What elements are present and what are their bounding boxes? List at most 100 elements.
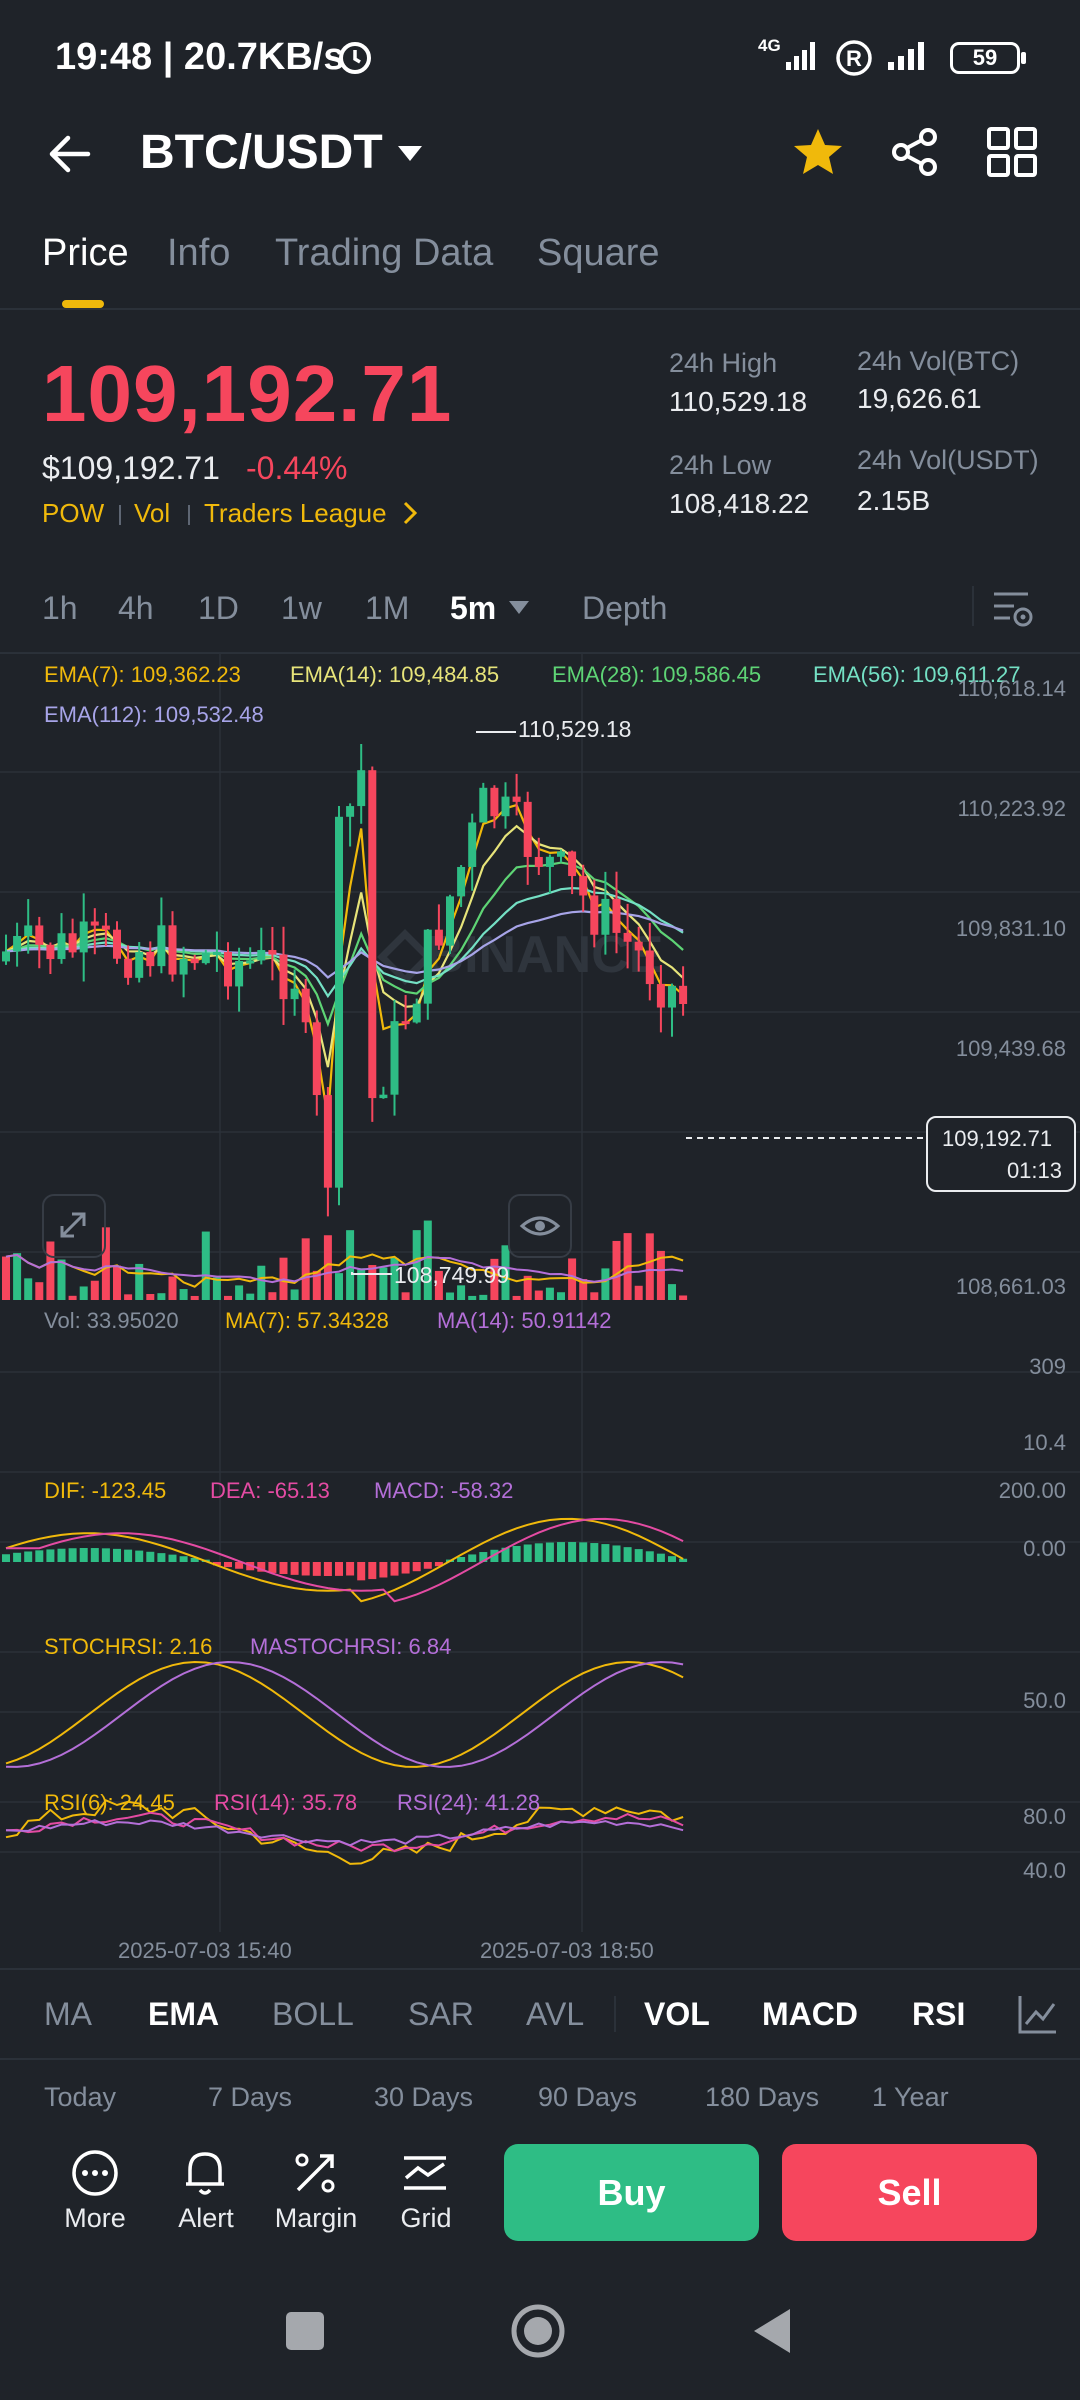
- volume-bar: [2, 1256, 10, 1300]
- indicator-settings-icon[interactable]: [1016, 1992, 1060, 2036]
- candle-body: [379, 1094, 388, 1099]
- toggle-visibility-button[interactable]: [508, 1194, 572, 1258]
- tag-vol[interactable]: Vol: [134, 498, 170, 529]
- chevron-right-icon[interactable]: [400, 500, 420, 526]
- macd-histogram-bar: [568, 1542, 577, 1562]
- macd-histogram-bar: [46, 1549, 55, 1562]
- pair-selector[interactable]: BTC/USDT: [140, 125, 383, 180]
- range-30-days[interactable]: 30 Days: [374, 2082, 473, 2113]
- back-nav-icon[interactable]: [750, 2306, 794, 2356]
- macd-histogram-bar: [312, 1562, 321, 1576]
- macd-histogram-bar: [368, 1562, 377, 1580]
- indicator-rsi[interactable]: RSI: [912, 1996, 965, 2033]
- indicator-avl[interactable]: AVL: [526, 1996, 584, 2033]
- fullscreen-button[interactable]: [42, 1194, 106, 1258]
- alert-label[interactable]: Alert: [151, 2203, 261, 2234]
- buy-button[interactable]: Buy: [504, 2144, 759, 2241]
- macd-histogram-bar: [135, 1550, 144, 1562]
- interval-depth[interactable]: Depth: [582, 590, 667, 627]
- candle-body: [368, 770, 377, 1099]
- range-7-days[interactable]: 7 Days: [208, 2082, 292, 2113]
- tag-separator: [119, 505, 121, 525]
- interval-4h[interactable]: 4h: [118, 590, 154, 627]
- time-axis-label: 2025-07-03 18:50: [480, 1938, 654, 1963]
- caret-down-icon[interactable]: [508, 600, 530, 616]
- legend-mastochrsi: MASTOCHRSI: 6.84: [250, 1634, 452, 1659]
- candle-body: [2, 951, 10, 962]
- volume-bar: [601, 1268, 610, 1300]
- interval-1m[interactable]: 1M: [365, 590, 409, 627]
- tab-trading-data[interactable]: Trading Data: [275, 232, 493, 275]
- eye-icon: [519, 1216, 561, 1236]
- indicator-sar[interactable]: SAR: [408, 1996, 474, 2033]
- indicator-ma[interactable]: MA: [44, 1996, 92, 2033]
- interval-1d[interactable]: 1D: [198, 590, 239, 627]
- tab-info[interactable]: Info: [167, 232, 230, 275]
- tab-price[interactable]: Price: [42, 232, 129, 275]
- margin-label[interactable]: Margin: [261, 2203, 371, 2234]
- range-today[interactable]: Today: [44, 2082, 116, 2113]
- macd-histogram-bar: [346, 1562, 355, 1576]
- back-arrow-icon[interactable]: [44, 128, 96, 180]
- volume-bar: [179, 1289, 188, 1300]
- indicator-boll[interactable]: BOLL: [272, 1996, 354, 2033]
- more-icon[interactable]: [70, 2148, 120, 2198]
- tab-square[interactable]: Square: [537, 232, 660, 275]
- interval-1h[interactable]: 1h: [42, 590, 78, 627]
- candle-body: [101, 925, 110, 930]
- interval-5m[interactable]: 5m: [450, 590, 496, 627]
- volume-bar: [57, 1259, 66, 1300]
- indicator-vol[interactable]: VOL: [644, 1996, 710, 2033]
- signal-icon: [786, 42, 815, 70]
- margin-icon[interactable]: [290, 2148, 340, 2198]
- favorite-star-icon[interactable]: [792, 126, 844, 178]
- legend-ema7: EMA(7): 109,362.23: [44, 662, 241, 687]
- volume-bar: [346, 1230, 355, 1300]
- grid-label[interactable]: Grid: [371, 2203, 481, 2234]
- interval-1w[interactable]: 1w: [281, 590, 322, 627]
- indicator-ema[interactable]: EMA: [148, 1996, 219, 2033]
- range-90-days[interactable]: 90 Days: [538, 2082, 637, 2113]
- share-icon[interactable]: [889, 126, 941, 178]
- volume-bar: [13, 1253, 22, 1300]
- tag-pow[interactable]: POW: [42, 498, 104, 529]
- vol-btc-value: 19,626.61: [857, 383, 982, 414]
- caret-down-icon[interactable]: [396, 144, 424, 164]
- divider: [972, 586, 974, 626]
- recents-nav-icon[interactable]: [286, 2312, 324, 2350]
- tag-traders-league[interactable]: Traders League: [204, 498, 387, 529]
- volume-bar: [257, 1265, 266, 1300]
- volume-bar: [157, 1293, 166, 1300]
- range-180-days[interactable]: 180 Days: [705, 2082, 819, 2113]
- kline-chart[interactable]: BINANCE: [0, 652, 1080, 1962]
- chart-settings-icon[interactable]: [992, 588, 1034, 630]
- candle-body: [201, 952, 210, 964]
- candle-body: [457, 866, 466, 897]
- bell-icon[interactable]: [180, 2146, 230, 2198]
- legend-stochrsi: STOCHRSI: 2.16: [44, 1634, 213, 1659]
- low-annotation: 108,749.99: [394, 1262, 510, 1288]
- range-1-year[interactable]: 1 Year: [872, 2082, 949, 2113]
- volume-bar: [268, 1292, 277, 1300]
- macd-histogram-bar: [157, 1553, 166, 1562]
- sell-button[interactable]: Sell: [782, 2144, 1037, 2241]
- candle-body: [312, 1022, 321, 1096]
- volume-bar: [246, 1293, 255, 1300]
- grid-chart-icon[interactable]: [400, 2148, 450, 2198]
- macd-histogram-bar: [290, 1562, 299, 1575]
- macd-histogram-bar: [401, 1562, 410, 1574]
- divider: [0, 1968, 1080, 1970]
- macd-histogram-bar: [390, 1562, 399, 1576]
- candle-body: [579, 876, 588, 896]
- macd-histogram-bar: [57, 1548, 66, 1562]
- volume-bar: [301, 1238, 310, 1300]
- candle-body: [668, 985, 676, 1008]
- indicator-macd[interactable]: MACD: [762, 1996, 858, 2033]
- candle-body: [645, 950, 654, 985]
- volume-bar: [545, 1287, 554, 1300]
- layout-grid-icon[interactable]: [986, 126, 1038, 178]
- more-label[interactable]: More: [40, 2203, 150, 2234]
- macd-histogram-bar: [579, 1542, 588, 1562]
- home-nav-icon[interactable]: [510, 2303, 566, 2359]
- volume-bar: [335, 1273, 343, 1300]
